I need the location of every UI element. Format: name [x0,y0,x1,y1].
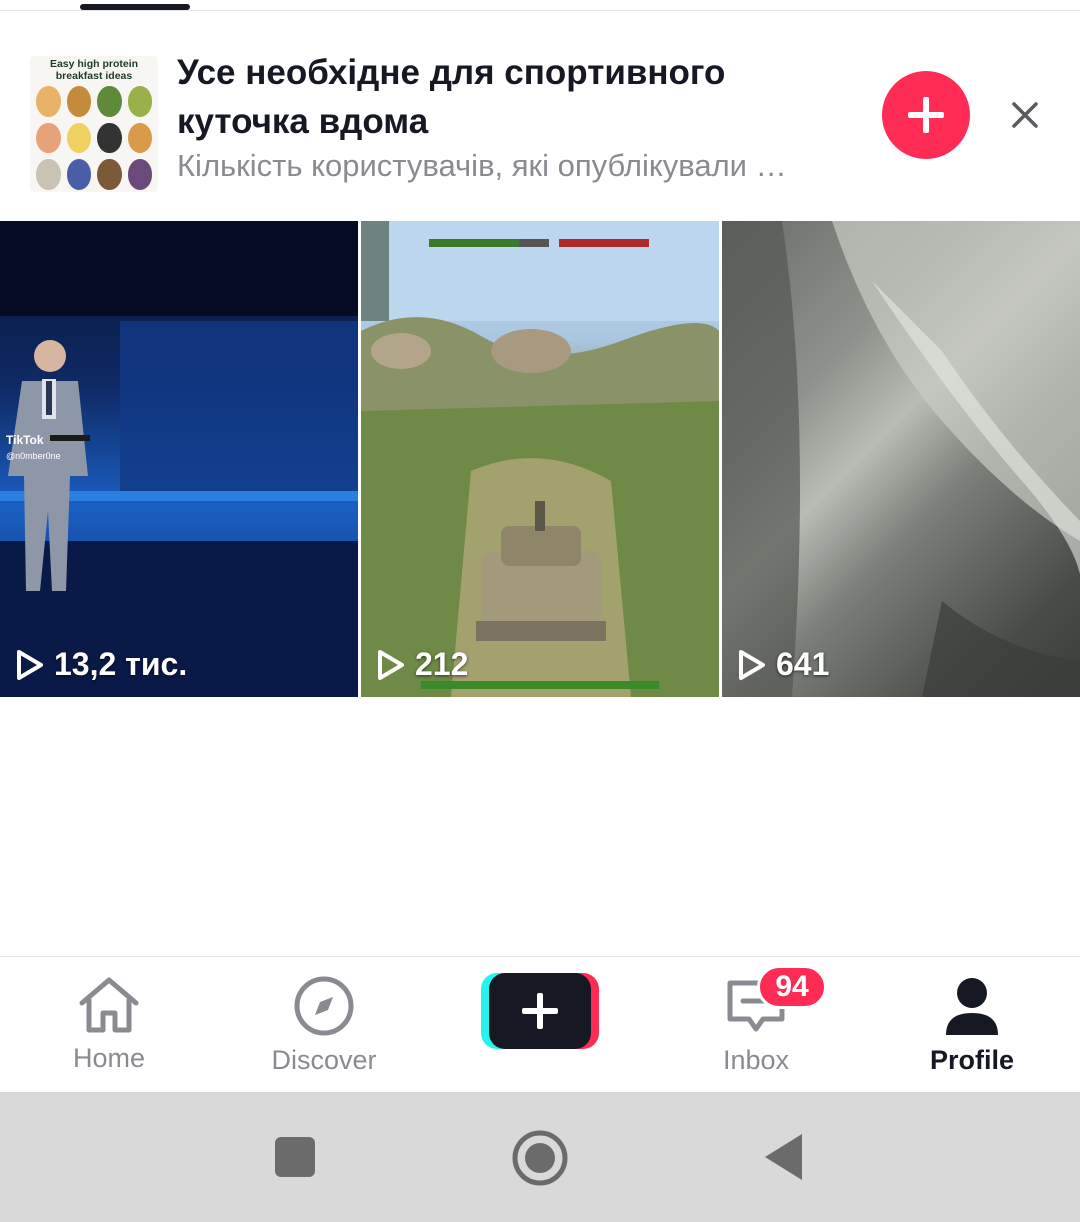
create-button[interactable] [481,973,599,1049]
video-thumbnail[interactable]: TikTok @n0mber0ne 13,2 тис. [0,221,358,697]
back-icon [765,1134,802,1180]
play-icon [17,649,43,680]
compass-icon [294,976,354,1036]
view-count-value: 641 [776,646,830,682]
nav-discover-label: Discover [271,1045,377,1075]
divider [0,10,1080,11]
video-thumbnail[interactable]: 641 [722,221,1080,697]
nav-inbox-label: Inbox [722,1045,790,1075]
view-count-value: 13,2 тис. [54,646,188,682]
close-icon [1012,102,1038,128]
banner-title[interactable]: Усе необхідне для спортивного куточка вд… [177,48,857,146]
home-system-button[interactable] [511,1129,569,1187]
plus-icon [908,97,944,133]
nav-discover[interactable]: Discover [244,975,404,1085]
suggestion-banner[interactable]: Easy high protein breakfast ideas Усе не… [0,12,1080,218]
inbox-badge: 94 [757,965,827,1009]
play-icon [378,649,404,680]
watermark-user: @n0mber0ne [6,451,61,461]
nav-home[interactable]: Home [29,975,189,1085]
recents-icon [275,1137,315,1177]
view-count-value: 212 [415,646,469,682]
close-button[interactable] [1002,92,1048,138]
home-circle-icon [512,1130,568,1186]
home-icon [79,977,139,1033]
view-count: 212 [377,646,468,683]
watermark-brand: TikTok [6,433,44,447]
view-count: 13,2 тис. [16,646,187,683]
thumbnail-title: Easy high protein breakfast ideas [49,58,139,82]
add-button[interactable] [882,71,970,159]
view-count: 641 [738,646,829,683]
video-thumbnail[interactable]: 212 [361,221,719,697]
nav-profile[interactable]: Profile [892,975,1052,1085]
profile-icon [946,978,998,1035]
tiktok-watermark: TikTok @n0mber0ne [6,433,61,463]
tank-game-image [361,221,719,697]
back-button[interactable] [762,1132,806,1182]
recents-button[interactable] [273,1135,317,1179]
nav-profile-label: Profile [929,1045,1015,1075]
play-icon [739,649,765,680]
bottom-navigation: Home Discover Inbox 94 Profile [0,957,1080,1092]
banner-subtitle: Кількість користувачів, які опублікували… [177,148,787,183]
system-navigation-bar [0,1092,1080,1222]
page: Easy high protein breakfast ideas Усе не… [0,0,1080,1222]
thumbnail-food-grid [36,86,152,190]
banner-thumbnail[interactable]: Easy high protein breakfast ideas [30,56,158,192]
abstract-grey-image [722,221,1080,697]
create-icon [481,973,599,1049]
nav-home-label: Home [72,1043,146,1073]
